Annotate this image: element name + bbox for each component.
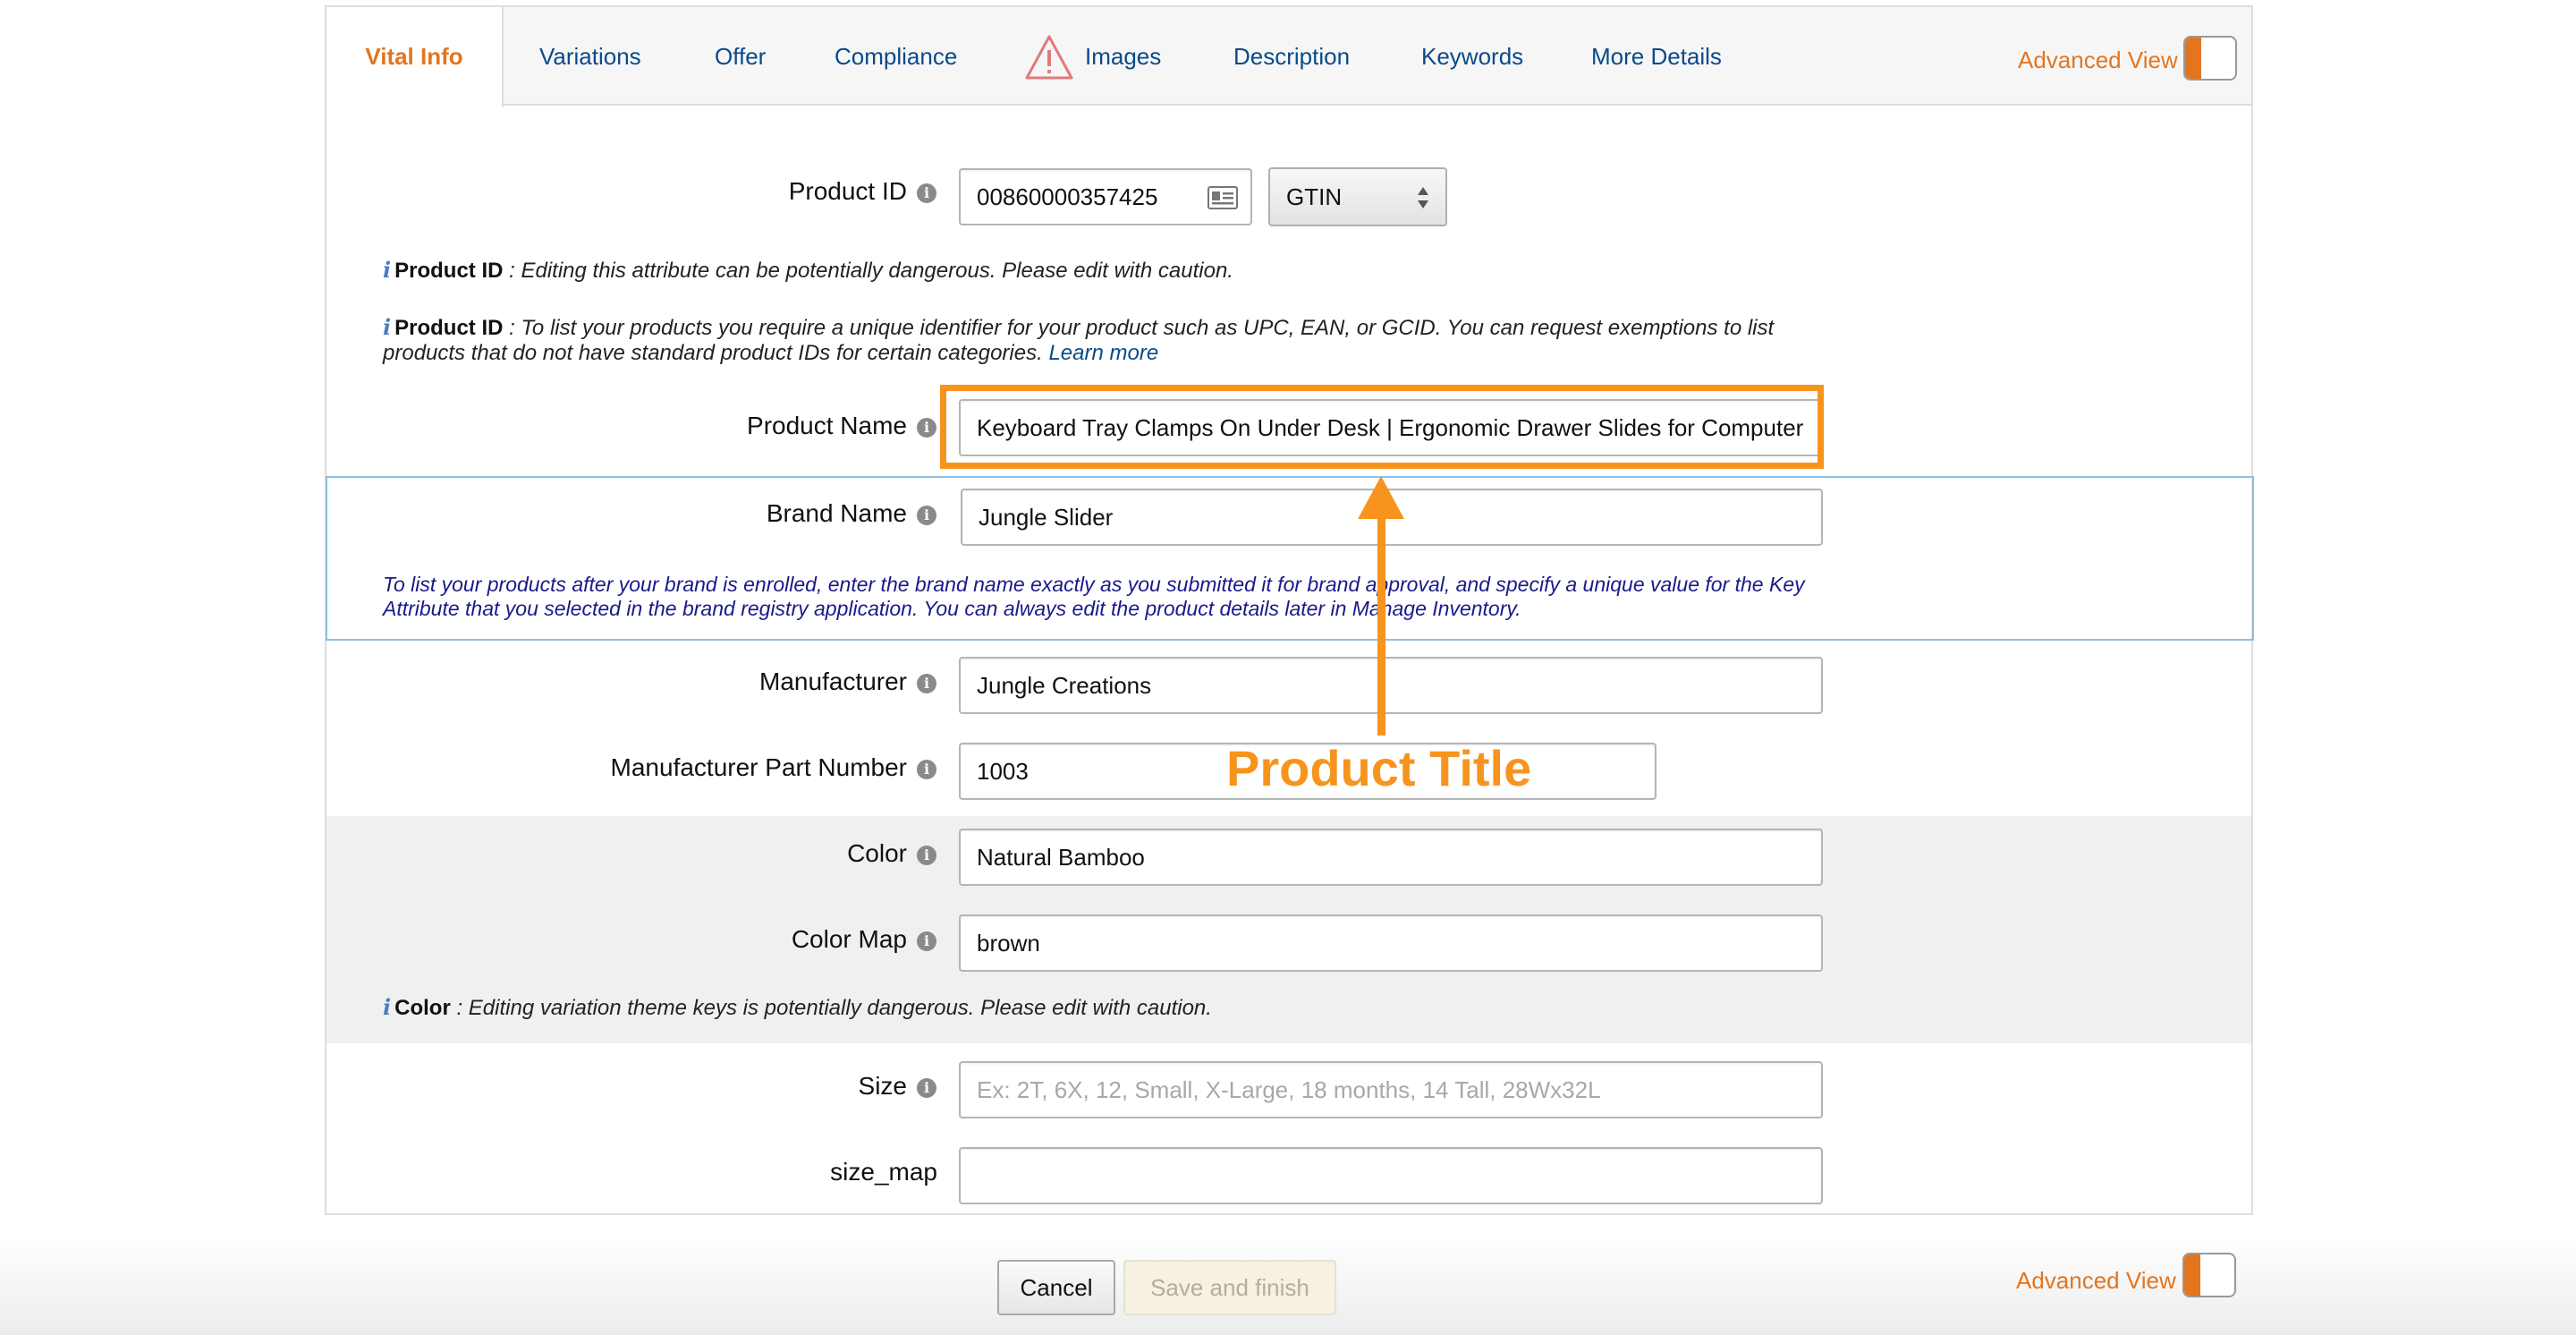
product-title-annotation: Product Title <box>1226 740 1532 796</box>
product-id-input[interactable]: 00860000357425 <box>959 168 1252 225</box>
tab-description[interactable]: Description <box>1233 7 1350 106</box>
select-arrows-icon <box>1418 187 1428 208</box>
size-label: Size <box>858 1072 907 1100</box>
info-i-icon: i <box>383 314 392 340</box>
cancel-button[interactable]: Cancel <box>997 1260 1115 1315</box>
part-number-label: Manufacturer Part Number <box>610 753 907 781</box>
save-and-finish-button[interactable]: Save and finish <box>1123 1260 1336 1315</box>
info-icon[interactable]: i <box>917 418 936 438</box>
size-input[interactable]: Ex: 2T, 6X, 12, Small, X-Large, 18 month… <box>959 1061 1823 1118</box>
color-map-input[interactable]: brown <box>959 914 1823 972</box>
tab-variations[interactable]: Variations <box>539 7 641 106</box>
advanced-view-toggle[interactable] <box>2183 36 2237 81</box>
info-icon[interactable]: i <box>917 931 936 951</box>
tab-more-details[interactable]: More Details <box>1591 7 1722 106</box>
color-caution-note: i Color : Editing variation theme keys is… <box>383 994 1212 1021</box>
advanced-view-label: Advanced View <box>2018 47 2178 73</box>
product-id-caution-note: i Product ID : Editing this attribute can… <box>383 257 1233 284</box>
info-icon[interactable]: i <box>917 760 936 779</box>
annotation-arrow <box>1377 510 1385 736</box>
manufacturer-label: Manufacturer <box>759 668 907 695</box>
info-icon[interactable]: i <box>917 1078 936 1098</box>
info-i-icon: i <box>383 994 392 1020</box>
manufacturer-input[interactable]: Jungle Creations <box>959 657 1823 714</box>
tab-offer[interactable]: Offer <box>715 7 766 106</box>
learn-more-link[interactable]: Learn more <box>1048 341 1158 365</box>
tab-vital-info[interactable]: Vital Info <box>326 7 504 107</box>
size-map-input[interactable] <box>959 1147 1823 1204</box>
advanced-view-toggle-footer[interactable] <box>2182 1253 2236 1297</box>
product-id-type-select[interactable]: GTIN <box>1268 167 1447 226</box>
info-icon[interactable]: i <box>917 183 936 203</box>
product-name-label: Product Name <box>747 412 907 439</box>
color-map-label: Color Map <box>791 925 907 953</box>
product-id-label: Product ID <box>788 177 907 205</box>
info-i-icon: i <box>383 257 392 283</box>
page: Vital Info Variations Offer Compliance I… <box>0 0 2576 1335</box>
product-id-value: 00860000357425 <box>977 183 1158 210</box>
tab-keywords[interactable]: Keywords <box>1421 7 1523 106</box>
product-title-highlight <box>940 385 1824 469</box>
size-map-label: size_map <box>830 1158 937 1186</box>
advanced-view-label-footer: Advanced View <box>2016 1267 2176 1294</box>
brand-registry-note: To list your products after your brand i… <box>383 573 1805 620</box>
brand-name-label: Brand Name <box>766 499 907 527</box>
product-id-type-value: GTIN <box>1286 183 1343 210</box>
tab-bar: Vital Info Variations Offer Compliance I… <box>326 7 2251 107</box>
warning-icon <box>1025 35 1073 80</box>
color-input[interactable]: Natural Bamboo <box>959 829 1823 886</box>
product-id-help-note: i Product ID : To list your products you … <box>383 314 1775 366</box>
tab-compliance[interactable]: Compliance <box>835 7 957 106</box>
id-card-icon[interactable] <box>1208 186 1238 209</box>
info-icon[interactable]: i <box>917 506 936 525</box>
color-label: Color <box>847 839 907 867</box>
info-icon[interactable]: i <box>917 846 936 865</box>
info-icon[interactable]: i <box>917 674 936 693</box>
tab-images[interactable]: Images <box>1085 7 1161 106</box>
